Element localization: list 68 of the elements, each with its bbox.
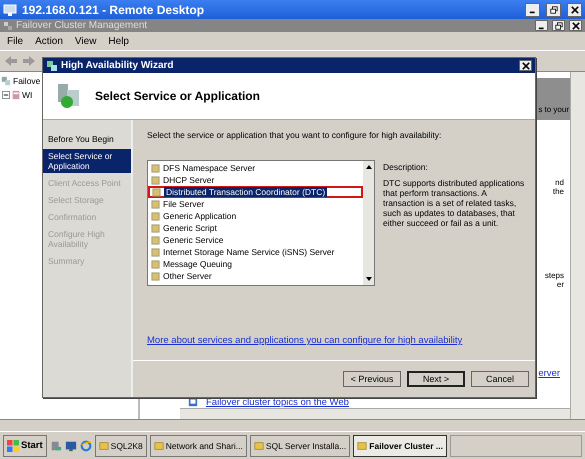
service-item[interactable]: DFS Namespace Server [148,162,363,174]
window-icon [357,440,368,450]
cluster-icon [46,60,58,72]
description-text: DTC supports distributed applications that perform transactions. A transaction is a set of related tasks, such as updates to databases, that either succeed or fail as a unit. [383,178,526,228]
service-item[interactable]: File Server [148,198,363,210]
wizard-button[interactable]: Cancel [471,371,529,387]
wizard-step[interactable]: Before You Begin [43,132,131,146]
service-item[interactable]: Generic Service [148,234,363,246]
text-fragment: nd [555,178,564,187]
window-icon [98,440,109,450]
link[interactable]: erver [538,369,560,378]
service-item[interactable]: Other Server [148,270,363,282]
window-title: 192.168.0.121 - Remote Desktop [22,2,204,16]
menu-item[interactable]: Help [108,36,129,46]
windows-logo-icon [7,440,19,452]
window-icon [254,440,264,450]
service-item[interactable]: Internet Storage Name Service (iSNS) Server [148,246,363,258]
minimize-button[interactable] [525,2,540,16]
monitor-icon[interactable] [64,440,77,452]
server-icon [11,90,21,100]
taskbar-button[interactable]: SQL2K8 [94,434,147,456]
service-item[interactable]: DHCP Server [148,174,363,186]
menu-item[interactable]: File [7,36,24,46]
minimize-button[interactable] [535,20,548,31]
service-item[interactable]: Generic Script [148,222,363,234]
dialog-title: High Availability Wizard [61,60,174,71]
monitor-icon [3,2,17,16]
cluster-icon [1,76,11,86]
cluster-icon [3,20,13,30]
start-button[interactable]: Start [3,434,47,456]
wizard-step[interactable]: Select Service or Application [43,149,131,173]
instruction-text: Select the service or application that you want to configure for high availability: [147,130,442,140]
restore-button[interactable] [552,20,565,31]
close-button[interactable] [567,2,582,16]
help-link[interactable]: More about services and applications you can configure for high availability [147,335,462,346]
menu-item[interactable]: View [74,36,96,46]
taskbar-button[interactable]: SQL Server Installa... [250,434,350,456]
text-fragment: s to your [538,105,569,114]
down-arrow-icon[interactable] [364,275,372,283]
tree-item[interactable]: WI [22,90,32,100]
taskbar-button[interactable]: Network and Shari... [150,434,247,456]
vertical-scrollbar[interactable] [570,72,585,419]
taskbar-button[interactable]: Failover Cluster ... [353,434,447,456]
close-icon [570,6,578,14]
vertical-scrollbar[interactable] [363,161,374,285]
wizard-button[interactable]: < Previous [343,371,401,387]
text-fragment: the [552,187,564,196]
service-item[interactable]: Generic Application [148,210,363,222]
restore-button[interactable] [546,2,561,16]
close-button[interactable] [519,60,532,71]
window-icon [154,440,164,450]
up-arrow-icon[interactable] [364,163,372,171]
window-title: Failover Cluster Management [16,20,148,31]
service-item[interactable]: Distributed Transaction Coordinator (DTC) [148,186,363,198]
wizard-button[interactable]: Next > [407,371,465,387]
service-item[interactable]: Message Queuing [148,258,363,270]
tree-item[interactable]: Failove [13,76,40,86]
page-heading: Select Service or Application [95,89,260,103]
close-icon [522,62,530,70]
close-button[interactable] [569,20,582,31]
close-icon [572,22,580,30]
description-label: Description: [383,162,429,172]
text-fragment: er [556,280,564,289]
collapse-icon[interactable] [2,91,10,99]
browser-icon[interactable] [80,440,92,452]
text-fragment: steps [544,271,564,280]
menu-item[interactable]: Action [35,36,63,46]
horizontal-scrollbar[interactable] [180,408,570,419]
